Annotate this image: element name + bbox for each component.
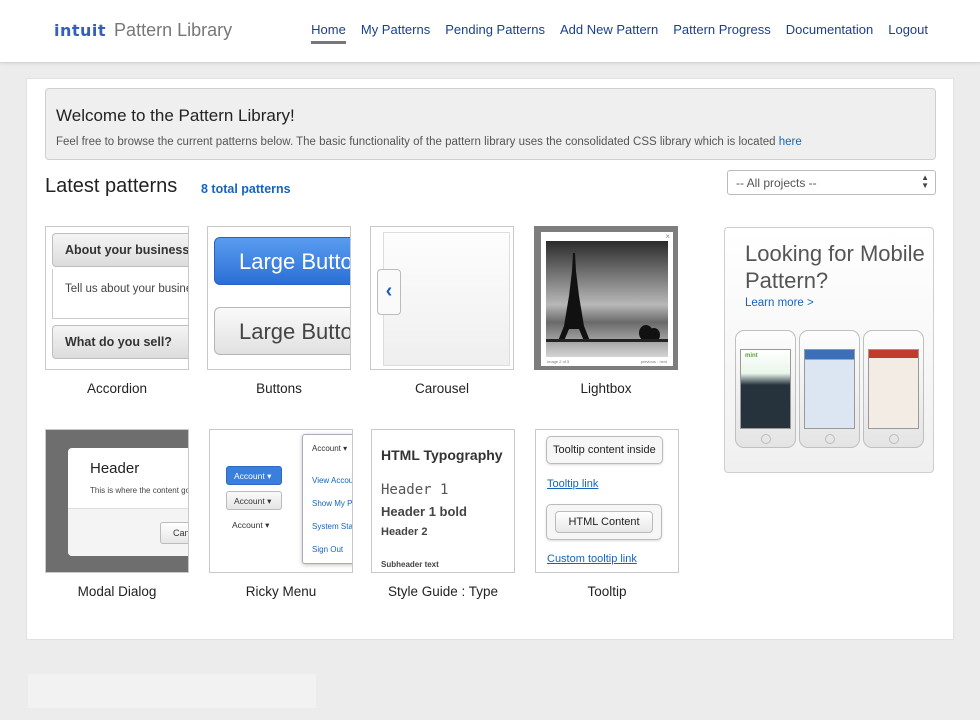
total-patterns-link[interactable]: 8 total patterns [201, 182, 291, 196]
nav-logout[interactable]: Logout [888, 22, 928, 44]
nav-home[interactable]: Home [311, 22, 346, 44]
home-button-icon [889, 434, 899, 444]
buttons-preview-primary: Large Button [214, 237, 350, 285]
product-name: Pattern Library [114, 20, 233, 40]
ricky-preview-item-4: Sign Out [312, 545, 344, 554]
nav-add-new-pattern[interactable]: Add New Pattern [560, 22, 658, 44]
pattern-label-ricky-menu[interactable]: Ricky Menu [209, 584, 353, 599]
tooltip-preview-link-2: Custom tooltip link [547, 553, 637, 565]
nav-pattern-progress[interactable]: Pattern Progress [673, 22, 771, 44]
pattern-card-lightbox[interactable]: × Image 2 of 5 previous · next [534, 226, 678, 370]
phone-screen-2 [804, 349, 855, 429]
nav-my-patterns[interactable]: My Patterns [361, 22, 430, 44]
carousel-preview-slide [383, 232, 510, 366]
buttons-preview-secondary: Large Button [214, 307, 350, 355]
accordion-preview-header-1: About your business [52, 233, 188, 267]
pattern-label-accordion[interactable]: Accordion [45, 381, 189, 396]
welcome-title: Welcome to the Pattern Library! [56, 106, 295, 125]
lightbox-preview-nav: previous · next [640, 359, 667, 364]
eiffel-tower-image [546, 253, 668, 342]
pattern-card-accordion[interactable]: About your business Tell us about your b… [45, 226, 189, 370]
ricky-preview-button-secondary: Account ▾ [226, 491, 282, 510]
phone-image-1: mint [735, 330, 796, 448]
welcome-text: Feel free to browse the current patterns… [56, 136, 802, 148]
main-nav: Home My Patterns Pending Patterns Add Ne… [311, 22, 928, 44]
type-preview-h2: Header 2 [381, 526, 428, 538]
pattern-card-carousel[interactable]: ‹ [370, 226, 514, 370]
ricky-preview-button-primary: Account ▾ [226, 466, 282, 485]
main-panel: Welcome to the Pattern Library! Feel fre… [26, 78, 954, 640]
pattern-label-buttons[interactable]: Buttons [207, 381, 351, 396]
phone-image-2 [799, 330, 860, 448]
brand-logo: intuit [54, 21, 107, 40]
pattern-label-style-guide-type[interactable]: Style Guide : Type [371, 584, 515, 599]
phone-image-3 [863, 330, 924, 448]
lightbox-preview-frame: × Image 2 of 5 previous · next [541, 232, 673, 366]
footer-strip [28, 674, 316, 708]
project-filter-value: -- All projects -- [736, 176, 817, 190]
project-filter-select[interactable]: -- All projects -- ▲ ▼ [727, 170, 936, 195]
phone-screen-3 [868, 349, 919, 429]
ricky-preview-item-1: View Account [312, 476, 353, 485]
mint-logo: mint [745, 353, 758, 359]
ricky-preview-menu-head: Account ▾ [312, 444, 348, 453]
lightbox-preview-photo [546, 241, 668, 357]
modal-preview-footer: Cancel [68, 508, 188, 556]
home-button-icon [825, 434, 835, 444]
ricky-preview-dropdown: Account ▾ View Account Show My Profile S… [302, 434, 353, 564]
css-library-link[interactable]: here [779, 136, 802, 148]
latest-patterns-title: Latest patterns [45, 175, 178, 197]
mobile-pattern-promo[interactable]: Looking for Mobile Pattern? Learn more >… [724, 227, 934, 473]
accordion-preview-header-2: What do you sell? [52, 325, 188, 359]
pattern-card-tooltip[interactable]: Tooltip content inside Tooltip link HTML… [535, 429, 679, 573]
modal-preview-box: Header This is where the content goes Ca… [68, 448, 189, 556]
modal-preview-body: This is where the content goes [90, 486, 189, 495]
ricky-preview-item-3: System Status [312, 522, 353, 531]
ricky-preview-button-plain: Account ▾ [232, 520, 270, 530]
logo[interactable]: intuit Pattern Library [54, 20, 232, 41]
close-icon: × [665, 232, 670, 241]
nav-documentation[interactable]: Documentation [786, 22, 873, 44]
type-preview-h1: Header 1 [381, 482, 449, 498]
phone-screen-1: mint [740, 349, 791, 429]
type-preview-subheader: Subheader text [381, 560, 439, 569]
modal-preview-header: Header [90, 460, 140, 477]
pattern-label-modal-dialog[interactable]: Modal Dialog [45, 584, 189, 599]
pattern-card-ricky-menu[interactable]: Account ▾ Account ▾ Account ▾ Account ▾ … [209, 429, 353, 573]
select-arrows-icon: ▲ ▼ [921, 173, 929, 190]
tooltip-preview-bubble-2: HTML Content [546, 504, 662, 540]
accordion-preview-body: Tell us about your business [52, 269, 188, 319]
lightbox-preview-caption: Image 2 of 5 [547, 359, 570, 364]
pattern-label-lightbox[interactable]: Lightbox [534, 381, 678, 396]
type-preview-h1-bold: Header 1 bold [381, 504, 467, 519]
type-preview-title: HTML Typography [381, 447, 503, 463]
pattern-card-style-guide-type[interactable]: HTML Typography Header 1 Header 1 bold H… [371, 429, 515, 573]
welcome-box: Welcome to the Pattern Library! Feel fre… [45, 88, 936, 160]
nav-pending-patterns[interactable]: Pending Patterns [445, 22, 545, 44]
mobile-promo-title: Looking for Mobile Pattern? [745, 241, 925, 293]
welcome-body: Feel free to browse the current patterns… [56, 136, 779, 148]
tooltip-preview-link-1: Tooltip link [547, 478, 599, 490]
pattern-label-carousel[interactable]: Carousel [370, 381, 514, 396]
top-header: intuit Pattern Library Home My Patterns … [0, 0, 980, 63]
pattern-card-modal-dialog[interactable]: Header This is where the content goes Ca… [45, 429, 189, 573]
tooltip-preview-button: HTML Content [555, 511, 653, 533]
modal-preview-cancel-button: Cancel [160, 522, 188, 544]
pattern-label-tooltip[interactable]: Tooltip [535, 584, 679, 599]
tooltip-preview-bubble-1: Tooltip content inside [546, 436, 663, 464]
ricky-preview-item-2: Show My Profile [312, 499, 353, 508]
learn-more-link[interactable]: Learn more > [745, 297, 814, 309]
chevron-left-icon: ‹ [377, 269, 401, 315]
pattern-card-buttons[interactable]: Large Button Large Button [207, 226, 351, 370]
home-button-icon [761, 434, 771, 444]
